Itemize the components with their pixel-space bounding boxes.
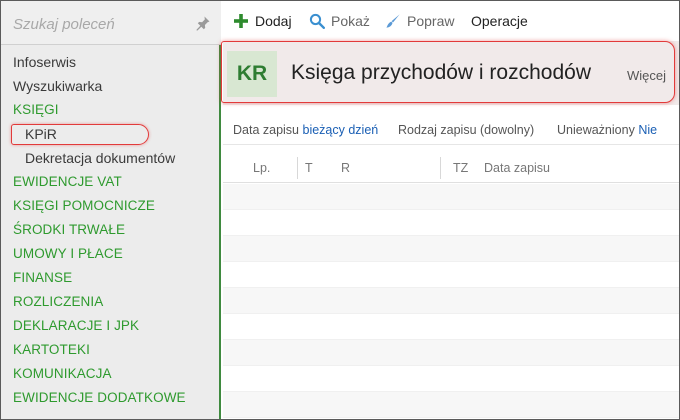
sidebar-item[interactable]: EWIDENCJE VAT bbox=[1, 171, 221, 195]
date-filter-value[interactable]: bieżący dzień bbox=[303, 123, 379, 137]
column-lp[interactable]: Lp. bbox=[253, 161, 270, 175]
sidebar-item-label: ROZLICZENIA bbox=[13, 294, 104, 309]
table-row[interactable] bbox=[223, 236, 679, 262]
column-date[interactable]: Data zapisu bbox=[484, 161, 550, 175]
column-separator[interactable] bbox=[297, 157, 298, 179]
sidebar-item[interactable]: KSIĘGI POMOCNICZE bbox=[1, 195, 221, 219]
sidebar-item[interactable]: ROZLICZENIA bbox=[1, 291, 221, 315]
sidebar-item-label: UMOWY I PŁACE bbox=[13, 246, 123, 261]
sidebar: Infoserwis Wyszukiwarka KSIĘGI KPiR Dekretac… bbox=[1, 1, 221, 419]
sidebar-item-label: KOMUNIKACJA bbox=[13, 366, 112, 381]
sidebar-item[interactable]: KSIĘGI bbox=[1, 99, 221, 123]
sidebar-item[interactable]: DEKLARACJE I JPK bbox=[1, 315, 221, 339]
sidebar-item[interactable]: FINANSE bbox=[1, 267, 221, 291]
sidebar-item-label: KARTOTEKI bbox=[13, 342, 90, 357]
pin-icon[interactable] bbox=[195, 15, 211, 31]
sidebar-item-label: DEKLARACJE I JPK bbox=[13, 318, 140, 333]
sidebar-item-label: ŚRODKI TRWAŁE bbox=[13, 222, 126, 237]
column-t[interactable]: T bbox=[305, 161, 313, 175]
table-row[interactable] bbox=[223, 340, 679, 366]
main-panel: Dodaj Pokaż Popraw Operacje KR Księga pr… bbox=[221, 1, 679, 419]
plus-icon bbox=[234, 14, 248, 28]
column-separator[interactable] bbox=[440, 157, 441, 179]
add-button-label: Dodaj bbox=[255, 13, 292, 29]
table-row[interactable] bbox=[223, 184, 679, 210]
table-row[interactable] bbox=[223, 210, 679, 236]
sidebar-item[interactable]: KOMUNIKACJA bbox=[1, 363, 221, 387]
filter-bar: Data zapisu bieżący dzień Rodzaj zapisu … bbox=[223, 119, 679, 145]
table-body bbox=[223, 184, 679, 418]
show-button-label: Pokaż bbox=[331, 13, 370, 29]
sidebar-item[interactable]: EWIDENCJE DODATKOWE bbox=[1, 387, 221, 411]
module-badge: KR bbox=[227, 51, 277, 97]
sidebar-item[interactable]: UMOWY I PŁACE bbox=[1, 243, 221, 267]
sidebar-item-label: Wyszukiwarka bbox=[13, 78, 103, 94]
table-header: Lp. T R TZ Data zapisu bbox=[223, 153, 679, 183]
page-title: Księga przychodów i rozchodów bbox=[291, 61, 591, 84]
date-filter[interactable]: Data zapisu bieżący dzień bbox=[233, 123, 378, 137]
column-r[interactable]: R bbox=[341, 161, 350, 175]
sidebar-nav: Infoserwis Wyszukiwarka KSIĘGI KPiR Dekretac… bbox=[1, 51, 221, 411]
sidebar-item-label: KSIĘGI bbox=[13, 102, 59, 117]
table-row[interactable] bbox=[223, 366, 679, 392]
table-row[interactable] bbox=[223, 288, 679, 314]
command-search bbox=[1, 1, 221, 45]
sidebar-item-label: EWIDENCJE VAT bbox=[13, 174, 122, 189]
sidebar-item[interactable]: KPiR bbox=[1, 123, 221, 147]
edit-button-label: Popraw bbox=[407, 13, 455, 29]
command-search-input[interactable] bbox=[13, 13, 183, 35]
sidebar-item[interactable]: Dekretacja dokumentów bbox=[1, 147, 221, 171]
column-tz[interactable]: TZ bbox=[453, 161, 468, 175]
sidebar-item-label: EWIDENCJE DODATKOWE bbox=[13, 390, 186, 405]
type-filter[interactable]: Rodzaj zapisu (dowolny) bbox=[398, 123, 534, 137]
type-filter-label: Rodzaj zapisu (dowolny) bbox=[398, 123, 535, 137]
sidebar-item-label: KSIĘGI POMOCNICZE bbox=[13, 198, 155, 213]
table-row[interactable] bbox=[223, 392, 679, 418]
page-header: KR Księga przychodów i rozchodów Więcej bbox=[221, 41, 679, 105]
sidebar-item-label: FINANSE bbox=[13, 270, 73, 285]
operations-menu-label: Operacje bbox=[471, 13, 528, 29]
sidebar-item[interactable]: Infoserwis bbox=[1, 51, 221, 75]
table-row[interactable] bbox=[223, 262, 679, 288]
date-filter-label: Data zapisu bbox=[233, 123, 300, 137]
sidebar-item-label: Dekretacja dokumentów bbox=[25, 150, 176, 166]
sidebar-item-label: Infoserwis bbox=[13, 54, 77, 70]
void-filter[interactable]: Unieważniony Nie bbox=[557, 123, 657, 137]
more-link[interactable]: Więcej bbox=[627, 68, 666, 83]
sidebar-item[interactable]: ŚRODKI TRWAŁE bbox=[1, 219, 221, 243]
sidebar-item[interactable]: Wyszukiwarka bbox=[1, 75, 221, 99]
magnifier-icon bbox=[309, 13, 325, 29]
void-filter-value[interactable]: Nie bbox=[638, 123, 657, 137]
toolbar: Dodaj Pokaż Popraw Operacje bbox=[223, 1, 679, 39]
table-row[interactable] bbox=[223, 314, 679, 340]
sidebar-item[interactable]: KARTOTEKI bbox=[1, 339, 221, 363]
sidebar-item-label: KPiR bbox=[25, 126, 57, 142]
brush-icon bbox=[386, 14, 400, 28]
void-filter-label: Unieważniony bbox=[557, 123, 635, 137]
